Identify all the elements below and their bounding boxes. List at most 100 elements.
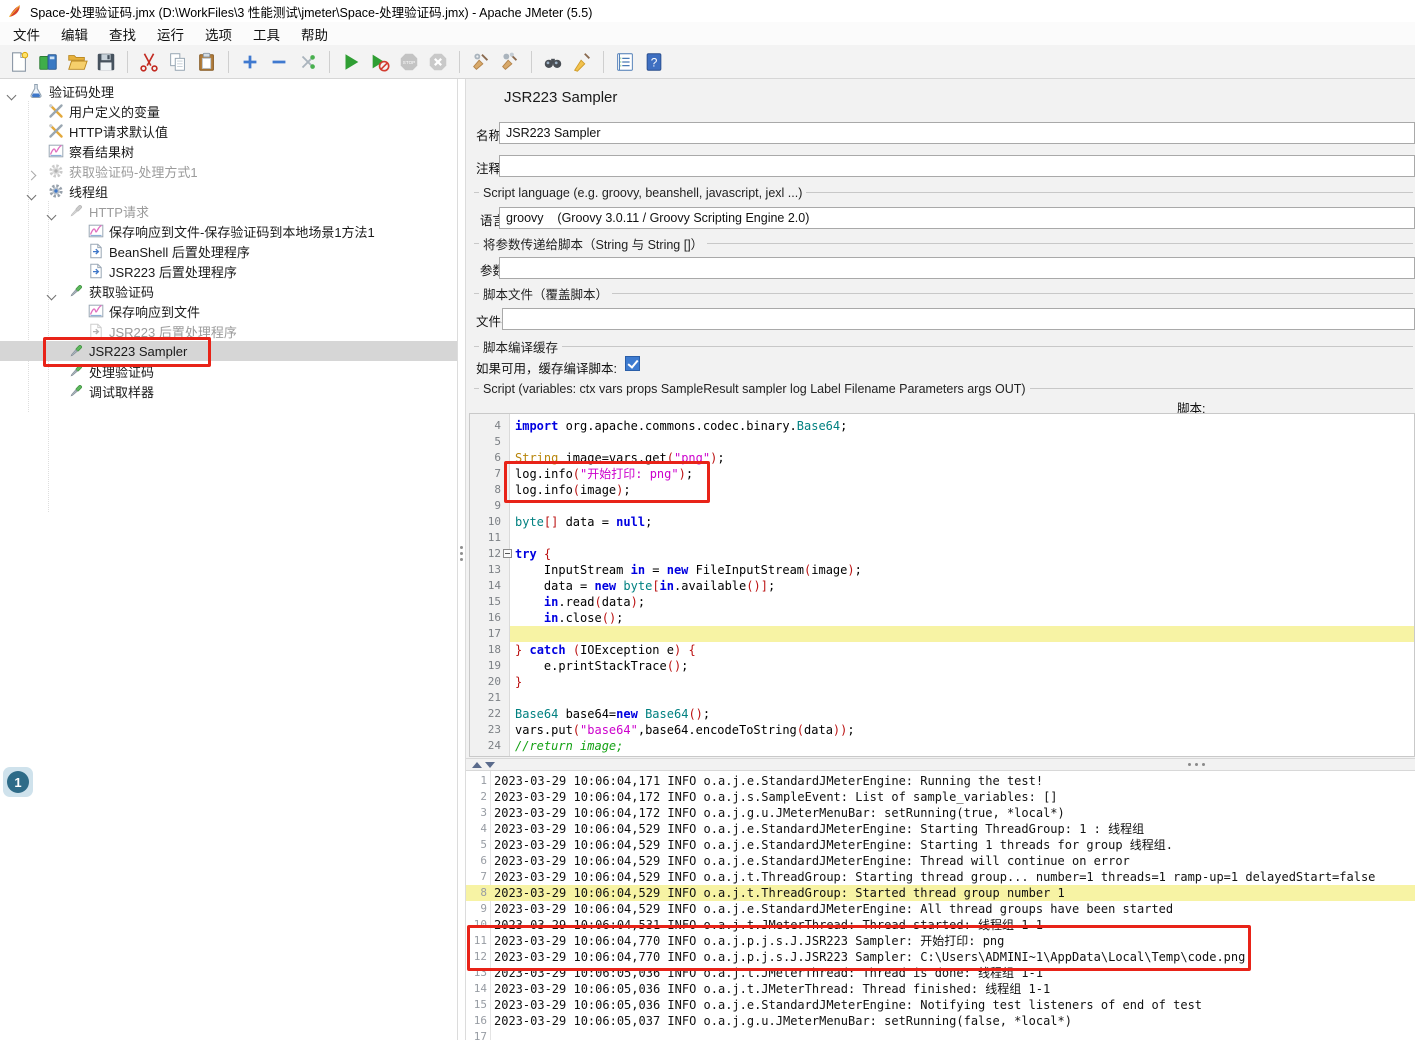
paste-button[interactable]	[194, 49, 220, 75]
menu-help[interactable]: 帮助	[296, 22, 333, 46]
log-line-number: 9	[480, 902, 487, 915]
tree-node-3[interactable]: 察看结果树	[0, 141, 457, 161]
search-button[interactable]	[540, 49, 566, 75]
expand-all-button[interactable]	[237, 49, 263, 75]
tree-node-6[interactable]: HTTP请求	[0, 201, 457, 221]
search-icon	[544, 58, 562, 68]
tree-node-label: 获取验证码-处理方式1	[69, 164, 198, 180]
menu-bar: 文件 编辑 查找 运行 选项 工具 帮助	[0, 22, 1415, 45]
name-input[interactable]: JSR223 Sampler	[499, 122, 1415, 144]
menu-options[interactable]: 选项	[200, 22, 237, 46]
code-line-12: 12 try {	[488, 546, 1414, 562]
chevron-down-icon[interactable]	[46, 287, 58, 301]
script-editor[interactable]: 4 import org.apache.commons.codec.binary.…	[469, 413, 1415, 757]
line-number: 15	[487, 595, 501, 608]
save-button[interactable]	[93, 49, 119, 75]
log-line-number: 10	[473, 918, 487, 931]
code-line-21: 21	[488, 690, 1414, 706]
menu-file[interactable]: 文件	[8, 22, 45, 46]
chart-icon	[88, 303, 104, 319]
filename-input[interactable]	[502, 308, 1415, 330]
chart-icon	[48, 143, 64, 159]
start-no-timers-button[interactable]	[367, 49, 393, 75]
code-line-9: 9	[494, 498, 1414, 514]
menu-tools[interactable]: 工具	[248, 22, 285, 46]
menu-run[interactable]: 运行	[152, 22, 189, 46]
templates-button[interactable]	[35, 49, 61, 75]
title-bar: Space-处理验证码.jmx (D:\WorkFiles\3 性能测试\jme…	[0, 0, 1415, 22]
language-select[interactable]: groovy (Groovy 3.0.11 / Groovy Scripting…	[499, 207, 1415, 229]
tree-node-label: 保存响应到文件	[109, 304, 201, 320]
copy-button[interactable]	[165, 49, 191, 75]
help-button[interactable]: ?	[641, 49, 667, 75]
doc-arrow-icon	[88, 263, 104, 279]
chevron-down-icon[interactable]	[46, 207, 58, 221]
tree-node-13[interactable]: JSR223 Sampler	[0, 341, 457, 361]
code-line-4: 4 import org.apache.commons.codec.binary.…	[494, 418, 1414, 434]
tree-node-7[interactable]: 保存响应到文件-保存验证码到本地场景1方法1	[0, 221, 457, 241]
line-number: 6	[494, 451, 501, 464]
doc-arrow-icon	[88, 243, 104, 259]
splitter-collapse-down-icon[interactable]	[485, 762, 495, 768]
tree-node-15[interactable]: 调试取样器	[0, 381, 457, 401]
parameters-input[interactable]	[499, 257, 1415, 279]
open-button[interactable]	[64, 49, 90, 75]
splitter-collapse-up-icon[interactable]	[472, 762, 482, 768]
start-button[interactable]	[338, 49, 364, 75]
start-no-timers-icon	[372, 54, 390, 72]
log-line-number: 11	[473, 934, 487, 947]
code-line-16: 16 in.close();	[488, 610, 1414, 626]
tree-node-8[interactable]: BeanShell 后置处理程序	[0, 241, 457, 261]
chevron-down-icon[interactable]	[26, 187, 38, 201]
fold-collapse-icon[interactable]	[503, 549, 512, 558]
cache-checkbox[interactable]	[625, 356, 640, 371]
log-viewer[interactable]: 1 2023-03-29 10:06:04,171 INFO o.a.j.e.St…	[466, 771, 1415, 1040]
code-line-8: 8 log.info(image);	[494, 482, 1414, 498]
svg-text:?: ?	[651, 55, 658, 69]
split-divider[interactable]	[457, 79, 466, 1040]
stop-button[interactable]: STOP	[396, 49, 422, 75]
cut-icon	[140, 52, 158, 72]
collapse-all-button[interactable]	[266, 49, 292, 75]
tree-node-0[interactable]: 验证码处理	[0, 81, 457, 101]
line-number: 16	[487, 611, 501, 624]
tree-node-14[interactable]: 处理验证码	[0, 361, 457, 381]
code-line-24: 24//return image;	[488, 738, 1414, 754]
chevron-down-icon[interactable]	[6, 87, 18, 101]
tree-node-10[interactable]: 获取验证码	[0, 281, 457, 301]
code-line-5: 5	[494, 434, 1414, 450]
line-number: 5	[494, 435, 501, 448]
reset-search-button[interactable]	[569, 49, 595, 75]
toggle-button[interactable]	[295, 49, 321, 75]
log-line-number: 1	[480, 774, 487, 787]
expand-all-icon	[243, 55, 257, 68]
step-badge: 1	[3, 767, 33, 797]
group-script: Script (variables: ctx vars props Sample…	[474, 381, 1413, 396]
tools-icon	[48, 123, 64, 139]
clear-all-button[interactable]	[497, 49, 523, 75]
clear-button[interactable]	[468, 49, 494, 75]
comment-input[interactable]	[499, 155, 1415, 177]
cut-button[interactable]	[136, 49, 162, 75]
line-number: 4	[494, 419, 501, 432]
log-splitter[interactable]	[466, 758, 1415, 771]
code-line-19: 19 e.printStackTrace();	[488, 658, 1414, 674]
function-helper-button[interactable]	[612, 49, 638, 75]
tree-node-9[interactable]: JSR223 后置处理程序	[0, 261, 457, 281]
menu-edit[interactable]: 编辑	[56, 22, 93, 46]
tree-node-12[interactable]: JSR223 后置处理程序	[0, 321, 457, 341]
tree-node-label: 察看结果树	[69, 144, 135, 160]
log-line-8: 8 2023-03-29 10:06:04,529 INFO o.a.j.t.Th…	[466, 885, 1415, 901]
tree-node-5[interactable]: 线程组	[0, 181, 457, 201]
chevron-right-icon[interactable]	[26, 167, 38, 181]
shutdown-button[interactable]	[425, 49, 451, 75]
tree-node-2[interactable]: HTTP请求默认值	[0, 121, 457, 141]
new-button[interactable]	[6, 49, 32, 75]
menu-search[interactable]: 查找	[104, 22, 141, 46]
tree-node-1[interactable]: 用户定义的变量	[0, 101, 457, 121]
tree-node-4[interactable]: 获取验证码-处理方式1	[0, 161, 457, 181]
test-plan-tree[interactable]: 验证码处理 用户定义的变量 HTTP请求默认值察看结果树获取验证码-处理方式1 线程组…	[0, 79, 457, 1040]
tree-node-11[interactable]: 保存响应到文件	[0, 301, 457, 321]
line-number: 23	[487, 723, 501, 736]
tree-node-label: 验证码处理	[49, 84, 115, 100]
